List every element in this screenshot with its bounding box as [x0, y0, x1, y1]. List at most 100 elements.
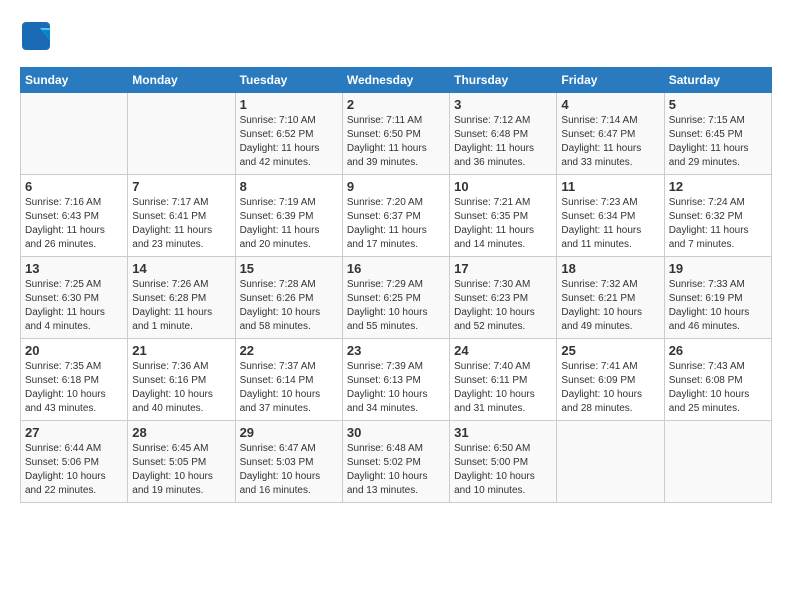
day-number: 4 [561, 97, 659, 112]
calendar-cell [21, 93, 128, 175]
day-number: 11 [561, 179, 659, 194]
calendar-cell: 15 Sunrise: 7:28 AM Sunset: 6:26 PM Dayli… [235, 257, 342, 339]
day-detail: Sunrise: 7:16 AM Sunset: 6:43 PM Dayligh… [25, 196, 123, 252]
calendar-cell: 28 Sunrise: 6:45 AM Sunset: 5:05 PM Dayli… [128, 421, 235, 503]
day-detail: Sunrise: 7:15 AM Sunset: 6:45 PM Dayligh… [669, 114, 767, 170]
calendar-cell: 17 Sunrise: 7:30 AM Sunset: 6:23 PM Dayli… [450, 257, 557, 339]
day-detail: Sunrise: 7:33 AM Sunset: 6:19 PM Dayligh… [669, 278, 767, 334]
day-detail: Sunrise: 7:25 AM Sunset: 6:30 PM Dayligh… [25, 278, 123, 334]
day-number: 8 [240, 179, 338, 194]
logo [20, 20, 56, 57]
calendar-cell: 16Sunrise: 7:29 AM Sunset: 6:25 PM Dayli… [342, 257, 449, 339]
day-number: 9 [347, 179, 445, 194]
day-detail: Sunrise: 7:23 AM Sunset: 6:34 PM Dayligh… [561, 196, 659, 252]
weekday-header-saturday: Saturday [664, 68, 771, 93]
day-detail: Sunrise: 7:19 AM Sunset: 6:39 PM Dayligh… [240, 196, 338, 252]
calendar-cell: 23Sunrise: 7:39 AM Sunset: 6:13 PM Dayli… [342, 339, 449, 421]
day-detail: Sunrise: 7:30 AM Sunset: 6:23 PM Dayligh… [454, 278, 552, 334]
calendar-cell: 8 Sunrise: 7:19 AM Sunset: 6:39 PM Daylig… [235, 175, 342, 257]
calendar-cell: 13 Sunrise: 7:25 AM Sunset: 6:30 PM Dayli… [21, 257, 128, 339]
calendar-week-5: 27 Sunrise: 6:44 AM Sunset: 5:06 PM Dayli… [21, 421, 772, 503]
day-number: 5 [669, 97, 767, 112]
calendar-cell: 10 Sunrise: 7:21 AM Sunset: 6:35 PM Dayli… [450, 175, 557, 257]
calendar-cell: 20Sunrise: 7:35 AM Sunset: 6:18 PM Dayli… [21, 339, 128, 421]
day-detail: Sunrise: 6:50 AM Sunset: 5:00 PM Dayligh… [454, 442, 552, 498]
calendar-cell: 9Sunrise: 7:20 AM Sunset: 6:37 PM Daylig… [342, 175, 449, 257]
day-number: 22 [240, 343, 338, 358]
calendar-cell [557, 421, 664, 503]
calendar-cell: 22 Sunrise: 7:37 AM Sunset: 6:14 PM Dayli… [235, 339, 342, 421]
day-number: 25 [561, 343, 659, 358]
day-number: 7 [132, 179, 230, 194]
day-number: 19 [669, 261, 767, 276]
weekday-header-thursday: Thursday [450, 68, 557, 93]
day-number: 21 [132, 343, 230, 358]
calendar-cell: 25 Sunrise: 7:41 AM Sunset: 6:09 PM Dayli… [557, 339, 664, 421]
day-detail: Sunrise: 7:43 AM Sunset: 6:08 PM Dayligh… [669, 360, 767, 416]
calendar-cell: 4 Sunrise: 7:14 AM Sunset: 6:47 PM Daylig… [557, 93, 664, 175]
day-number: 29 [240, 425, 338, 440]
day-number: 12 [669, 179, 767, 194]
day-detail: Sunrise: 7:26 AM Sunset: 6:28 PM Dayligh… [132, 278, 230, 334]
calendar-week-4: 20Sunrise: 7:35 AM Sunset: 6:18 PM Dayli… [21, 339, 772, 421]
calendar-cell: 5 Sunrise: 7:15 AM Sunset: 6:45 PM Daylig… [664, 93, 771, 175]
calendar-cell: 12 Sunrise: 7:24 AM Sunset: 6:32 PM Dayli… [664, 175, 771, 257]
day-number: 10 [454, 179, 552, 194]
day-detail: Sunrise: 7:17 AM Sunset: 6:41 PM Dayligh… [132, 196, 230, 252]
calendar-cell: 21 Sunrise: 7:36 AM Sunset: 6:16 PM Dayli… [128, 339, 235, 421]
day-number: 2 [347, 97, 445, 112]
day-detail: Sunrise: 7:29 AM Sunset: 6:25 PM Dayligh… [347, 278, 445, 334]
day-number: 3 [454, 97, 552, 112]
day-number: 13 [25, 261, 123, 276]
day-number: 24 [454, 343, 552, 358]
calendar-cell: 29Sunrise: 6:47 AM Sunset: 5:03 PM Dayli… [235, 421, 342, 503]
calendar-cell: 7 Sunrise: 7:17 AM Sunset: 6:41 PM Daylig… [128, 175, 235, 257]
page-header [20, 20, 772, 57]
day-detail: Sunrise: 7:21 AM Sunset: 6:35 PM Dayligh… [454, 196, 552, 252]
day-detail: Sunrise: 7:24 AM Sunset: 6:32 PM Dayligh… [669, 196, 767, 252]
calendar-cell: 3 Sunrise: 7:12 AM Sunset: 6:48 PM Daylig… [450, 93, 557, 175]
day-detail: Sunrise: 7:14 AM Sunset: 6:47 PM Dayligh… [561, 114, 659, 170]
day-number: 31 [454, 425, 552, 440]
calendar-cell: 26 Sunrise: 7:43 AM Sunset: 6:08 PM Dayli… [664, 339, 771, 421]
day-detail: Sunrise: 6:44 AM Sunset: 5:06 PM Dayligh… [25, 442, 123, 498]
calendar-cell: 1 Sunrise: 7:10 AM Sunset: 6:52 PM Daylig… [235, 93, 342, 175]
day-number: 15 [240, 261, 338, 276]
day-number: 18 [561, 261, 659, 276]
weekday-header-row: SundayMondayTuesdayWednesdayThursdayFrid… [21, 68, 772, 93]
day-detail: Sunrise: 7:36 AM Sunset: 6:16 PM Dayligh… [132, 360, 230, 416]
calendar-week-1: 1 Sunrise: 7:10 AM Sunset: 6:52 PM Daylig… [21, 93, 772, 175]
calendar-cell: 24 Sunrise: 7:40 AM Sunset: 6:11 PM Dayli… [450, 339, 557, 421]
day-detail: Sunrise: 6:45 AM Sunset: 5:05 PM Dayligh… [132, 442, 230, 498]
day-detail: Sunrise: 7:28 AM Sunset: 6:26 PM Dayligh… [240, 278, 338, 334]
day-detail: Sunrise: 7:37 AM Sunset: 6:14 PM Dayligh… [240, 360, 338, 416]
day-number: 1 [240, 97, 338, 112]
calendar-cell [128, 93, 235, 175]
day-number: 20 [25, 343, 123, 358]
day-number: 30 [347, 425, 445, 440]
calendar-table: SundayMondayTuesdayWednesdayThursdayFrid… [20, 67, 772, 503]
calendar-cell: 19 Sunrise: 7:33 AM Sunset: 6:19 PM Dayli… [664, 257, 771, 339]
day-detail: Sunrise: 7:10 AM Sunset: 6:52 PM Dayligh… [240, 114, 338, 170]
calendar-cell: 6Sunrise: 7:16 AM Sunset: 6:43 PM Daylig… [21, 175, 128, 257]
day-detail: Sunrise: 7:40 AM Sunset: 6:11 PM Dayligh… [454, 360, 552, 416]
calendar-cell: 30 Sunrise: 6:48 AM Sunset: 5:02 PM Dayli… [342, 421, 449, 503]
day-number: 26 [669, 343, 767, 358]
day-detail: Sunrise: 7:12 AM Sunset: 6:48 PM Dayligh… [454, 114, 552, 170]
calendar-cell: 14Sunrise: 7:26 AM Sunset: 6:28 PM Dayli… [128, 257, 235, 339]
weekday-header-sunday: Sunday [21, 68, 128, 93]
day-number: 17 [454, 261, 552, 276]
calendar-cell: 18 Sunrise: 7:32 AM Sunset: 6:21 PM Dayli… [557, 257, 664, 339]
logo-icon [20, 20, 52, 57]
day-detail: Sunrise: 7:32 AM Sunset: 6:21 PM Dayligh… [561, 278, 659, 334]
day-number: 27 [25, 425, 123, 440]
weekday-header-tuesday: Tuesday [235, 68, 342, 93]
calendar-week-2: 6Sunrise: 7:16 AM Sunset: 6:43 PM Daylig… [21, 175, 772, 257]
day-number: 28 [132, 425, 230, 440]
calendar-cell [664, 421, 771, 503]
calendar-cell: 2Sunrise: 7:11 AM Sunset: 6:50 PM Daylig… [342, 93, 449, 175]
day-detail: Sunrise: 7:41 AM Sunset: 6:09 PM Dayligh… [561, 360, 659, 416]
weekday-header-wednesday: Wednesday [342, 68, 449, 93]
calendar-cell: 27 Sunrise: 6:44 AM Sunset: 5:06 PM Dayli… [21, 421, 128, 503]
day-detail: Sunrise: 6:48 AM Sunset: 5:02 PM Dayligh… [347, 442, 445, 498]
